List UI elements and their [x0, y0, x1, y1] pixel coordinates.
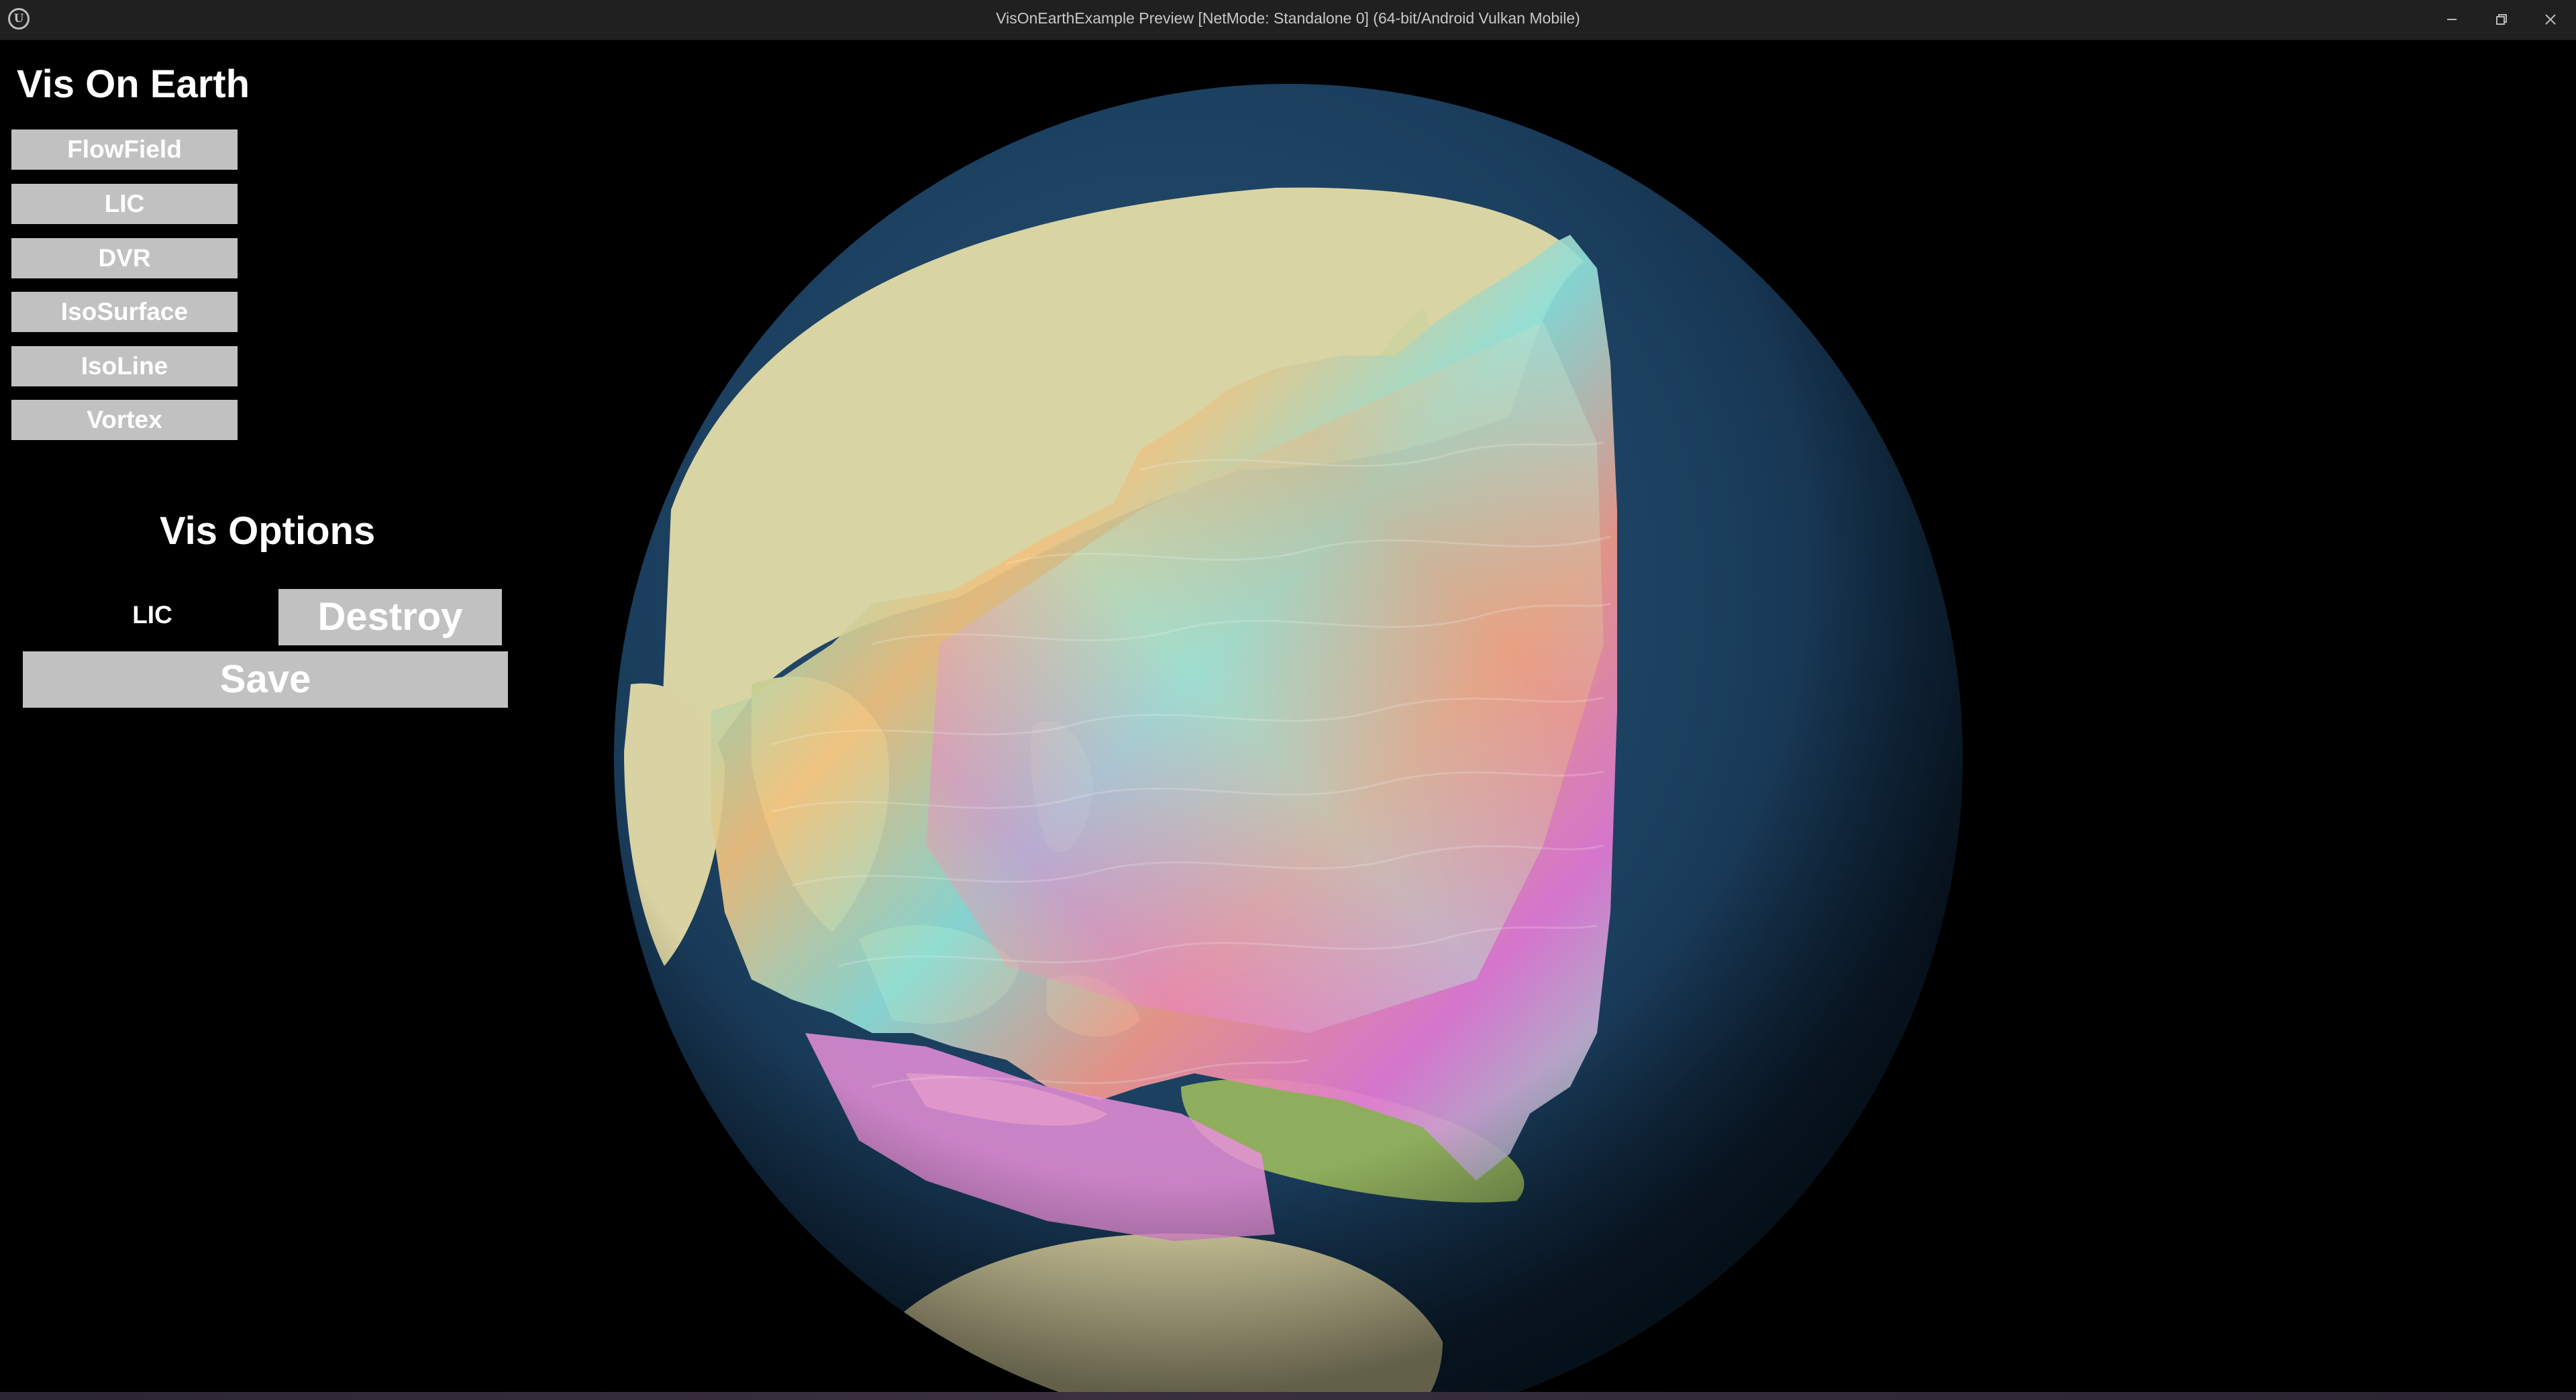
restore-icon — [2496, 14, 2507, 25]
lic-button[interactable]: LIC — [11, 184, 238, 224]
menu-title: Vis On Earth — [17, 62, 250, 106]
isoline-button[interactable]: IsoLine — [11, 346, 238, 386]
dvr-button[interactable]: DVR — [11, 238, 238, 278]
destroy-button[interactable]: Destroy — [278, 589, 502, 645]
save-button[interactable]: Save — [23, 651, 508, 708]
window-title: VisOnEarthExample Preview [NetMode: Stan… — [996, 9, 1580, 27]
vortex-button[interactable]: Vortex — [11, 400, 238, 440]
minimize-icon — [2447, 19, 2457, 20]
app-window: U VisOnEarthExample Preview [NetMode: St… — [0, 0, 2576, 1400]
restore-button[interactable] — [2490, 8, 2513, 31]
title-bar[interactable]: U VisOnEarthExample Preview [NetMode: St… — [0, 0, 2576, 40]
earth-globe[interactable] — [0, 40, 2576, 1392]
vis-options-title: Vis Options — [160, 509, 376, 553]
minimize-button[interactable] — [2440, 8, 2463, 31]
close-icon — [2545, 14, 2556, 25]
globe-shading — [614, 84, 1963, 1392]
isosurface-button[interactable]: IsoSurface — [11, 292, 238, 332]
taskbar-edge — [0, 1392, 2576, 1400]
current-vis-label: LIC — [132, 601, 172, 629]
game-viewport[interactable]: Vis On Earth FlowField LIC DVR IsoSurfac… — [0, 40, 2576, 1392]
close-button[interactable] — [2539, 8, 2562, 31]
flowfield-button[interactable]: FlowField — [11, 129, 238, 170]
